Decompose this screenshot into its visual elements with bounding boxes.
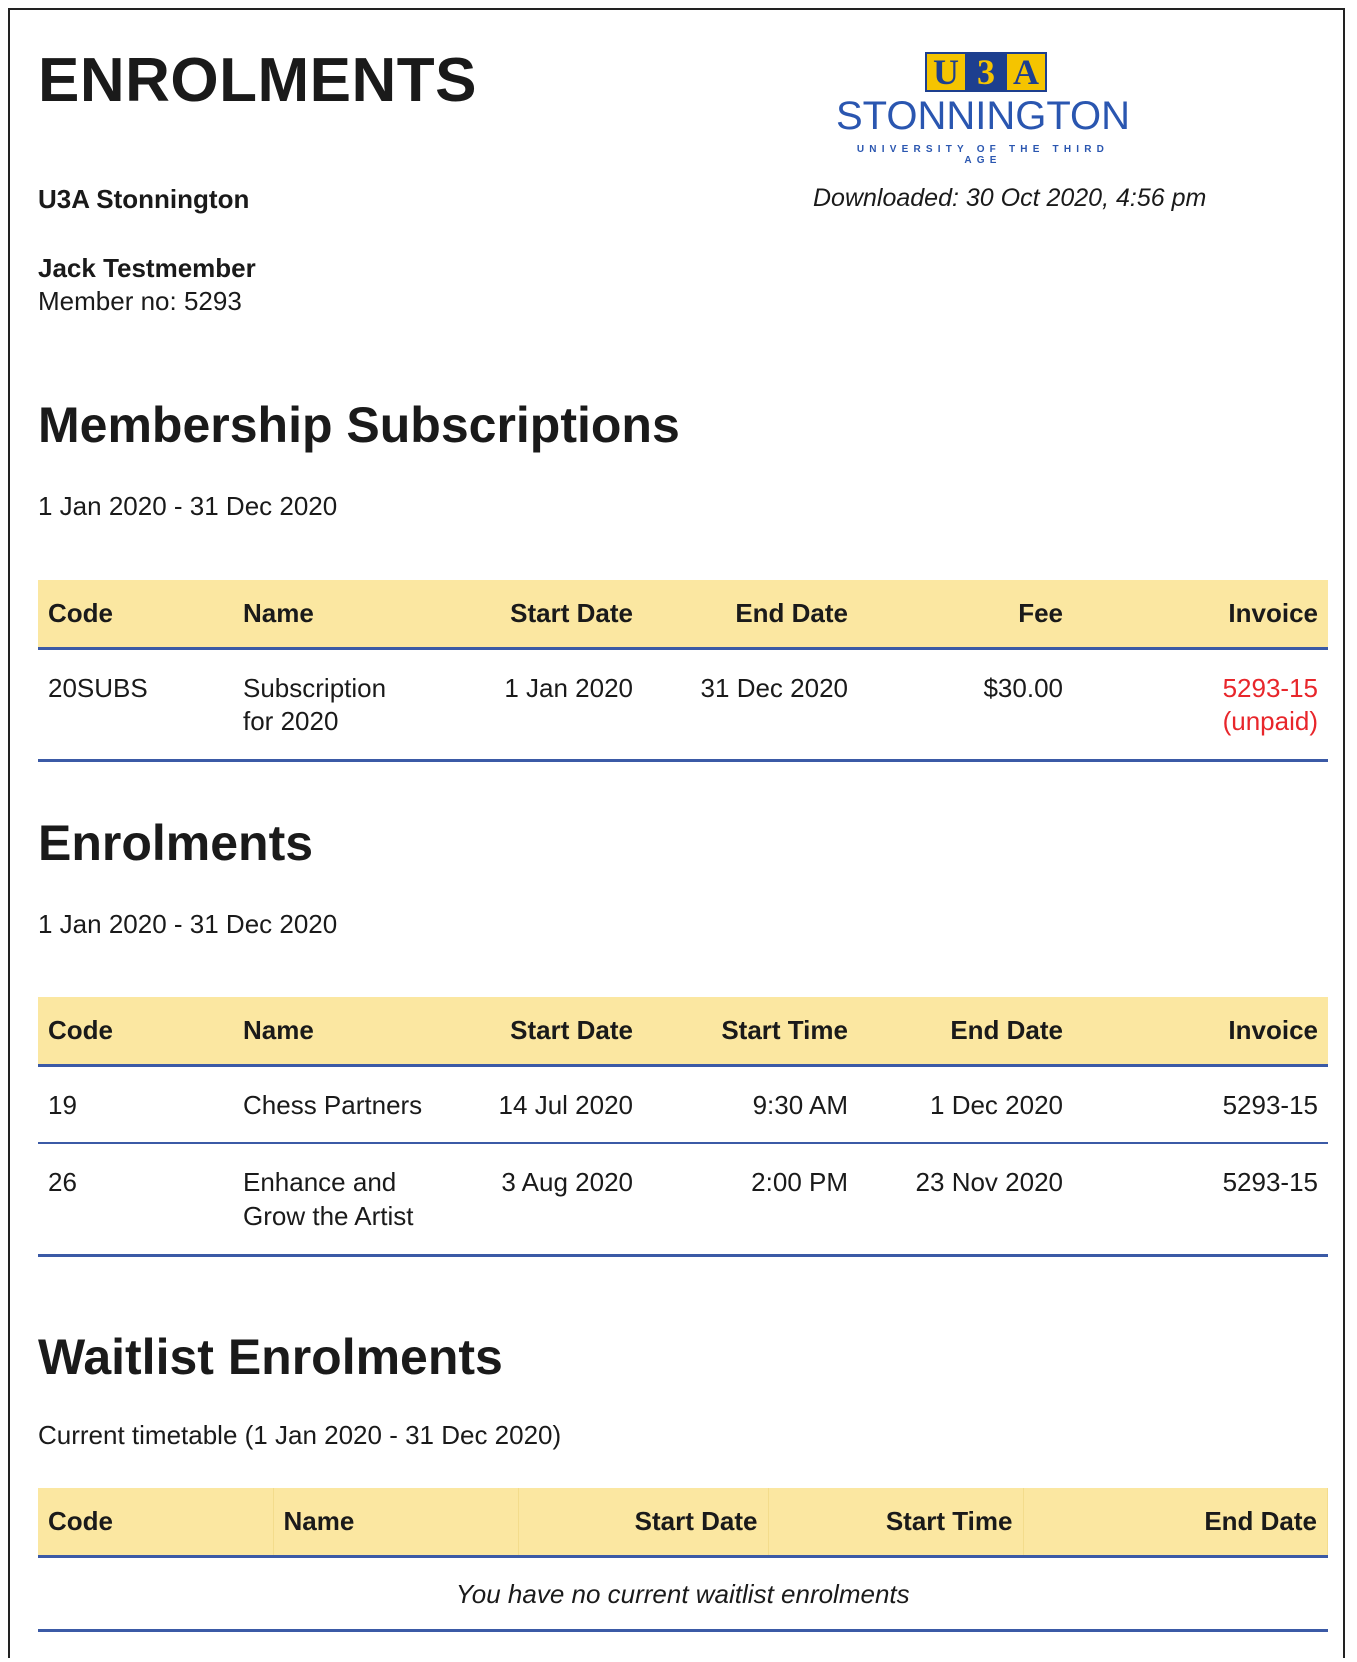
table-header-row: Code Name Start Date Start Time End Date bbox=[38, 1488, 1328, 1558]
logo-tagline: UNIVERSITY OF THE THIRD AGE bbox=[856, 144, 1110, 166]
column-header-end-date: End Date bbox=[643, 580, 858, 650]
cell-name: Chess Partners bbox=[233, 1065, 473, 1145]
table-header-row: Code Name Start Date Start Time End Date… bbox=[38, 997, 1328, 1067]
cell-name: Enhance and Grow the Artist bbox=[233, 1143, 473, 1257]
enrolments-heading: Enrolments bbox=[38, 815, 314, 871]
download-timestamp: Downloaded: 30 Oct 2020, 4:56 pm bbox=[813, 184, 1207, 212]
column-header-name: Name bbox=[273, 1488, 519, 1558]
invoice-number-link[interactable]: 5293-15 bbox=[1083, 672, 1318, 706]
subscriptions-table: Code Name Start Date End Date Fee Invoic… bbox=[38, 580, 1328, 763]
cell-invoice[interactable]: 5293-15 bbox=[1073, 1143, 1328, 1257]
table-row: 19 Chess Partners 14 Jul 2020 9:30 AM 1 … bbox=[38, 1065, 1328, 1145]
cell-start-date: 3 Aug 2020 bbox=[473, 1143, 643, 1257]
column-header-code: Code bbox=[38, 997, 233, 1067]
cell-code: 20SUBS bbox=[38, 648, 233, 763]
cell-start-time: 2:00 PM bbox=[643, 1143, 858, 1257]
column-header-start-date: Start Date bbox=[473, 580, 643, 650]
column-header-name: Name bbox=[233, 580, 473, 650]
column-header-start-date: Start Date bbox=[473, 997, 643, 1067]
column-header-code: Code bbox=[38, 580, 233, 650]
cell-invoice[interactable]: 5293-15 bbox=[1073, 1065, 1328, 1145]
waitlist-table: Code Name Start Date Start Time End Date… bbox=[38, 1488, 1328, 1633]
column-header-end-date: End Date bbox=[1023, 1488, 1328, 1558]
logo-letter-u: U bbox=[927, 54, 967, 90]
table-row: 26 Enhance and Grow the Artist 3 Aug 202… bbox=[38, 1143, 1328, 1257]
column-header-invoice: Invoice bbox=[1073, 997, 1328, 1067]
column-header-name: Name bbox=[233, 997, 473, 1067]
column-header-start-time: Start Time bbox=[768, 1488, 1024, 1558]
column-header-end-date: End Date bbox=[858, 997, 1073, 1067]
column-header-fee: Fee bbox=[858, 580, 1073, 650]
member-number: Member no: 5293 bbox=[38, 286, 242, 316]
member-name: Jack Testmember bbox=[38, 253, 256, 283]
enrolments-table: Code Name Start Date Start Time End Date… bbox=[38, 997, 1328, 1257]
cell-name-line: Subscription bbox=[243, 672, 387, 703]
column-header-start-date: Start Date bbox=[518, 1488, 769, 1558]
cell-code: 19 bbox=[38, 1065, 233, 1145]
cell-end-date: 31 Dec 2020 bbox=[643, 648, 858, 763]
cell-end-date: 1 Dec 2020 bbox=[858, 1065, 1073, 1145]
cell-start-time: 9:30 AM bbox=[643, 1065, 858, 1145]
waitlist-empty-message: You have no current waitlist enrolments bbox=[38, 1556, 1328, 1633]
column-header-start-time: Start Time bbox=[643, 997, 858, 1067]
cell-name-line: Enhance and bbox=[243, 1167, 397, 1198]
cell-name: Subscription for 2020 bbox=[233, 648, 473, 763]
cell-start-date: 1 Jan 2020 bbox=[473, 648, 643, 763]
enrolments-period: 1 Jan 2020 - 31 Dec 2020 bbox=[38, 909, 338, 939]
u3a-stonnington-logo: U 3 A STONNINGTON UNIVERSITY OF THE THIR… bbox=[833, 52, 1133, 166]
column-header-invoice: Invoice bbox=[1073, 580, 1328, 650]
cell-code: 26 bbox=[38, 1143, 233, 1257]
subscriptions-heading: Membership Subscriptions bbox=[38, 397, 680, 453]
cell-fee: $30.00 bbox=[858, 648, 1073, 763]
column-header-code: Code bbox=[38, 1488, 274, 1558]
logo-letter-boxes: U 3 A bbox=[925, 52, 1047, 92]
cell-end-date: 23 Nov 2020 bbox=[858, 1143, 1073, 1257]
table-header-row: Code Name Start Date End Date Fee Invoic… bbox=[38, 580, 1328, 650]
invoice-status: (unpaid) bbox=[1222, 706, 1318, 737]
logo-letter-a: A bbox=[1007, 54, 1045, 90]
cell-name-line: for 2020 bbox=[243, 706, 339, 737]
waitlist-period: Current timetable (1 Jan 2020 - 31 Dec 2… bbox=[38, 1420, 562, 1450]
cell-name-line: Grow the Artist bbox=[243, 1201, 414, 1232]
organisation-name: U3A Stonnington bbox=[38, 184, 250, 214]
logo-wordmark: STONNINGTON bbox=[835, 94, 1131, 138]
cell-start-date: 14 Jul 2020 bbox=[473, 1065, 643, 1145]
subscriptions-period: 1 Jan 2020 - 31 Dec 2020 bbox=[38, 491, 338, 521]
table-row: 20SUBS Subscription for 2020 1 Jan 2020 … bbox=[38, 648, 1328, 763]
waitlist-heading: Waitlist Enrolments bbox=[38, 1329, 503, 1385]
document-page: ENROLMENTS U 3 A STONNINGTON UNIVERSITY … bbox=[8, 8, 1345, 1658]
document-title: ENROLMENTS bbox=[38, 46, 477, 115]
table-row-empty: You have no current waitlist enrolments bbox=[38, 1556, 1328, 1633]
logo-letter-3: 3 bbox=[967, 54, 1007, 90]
cell-invoice: 5293-15 (unpaid) bbox=[1073, 648, 1328, 763]
